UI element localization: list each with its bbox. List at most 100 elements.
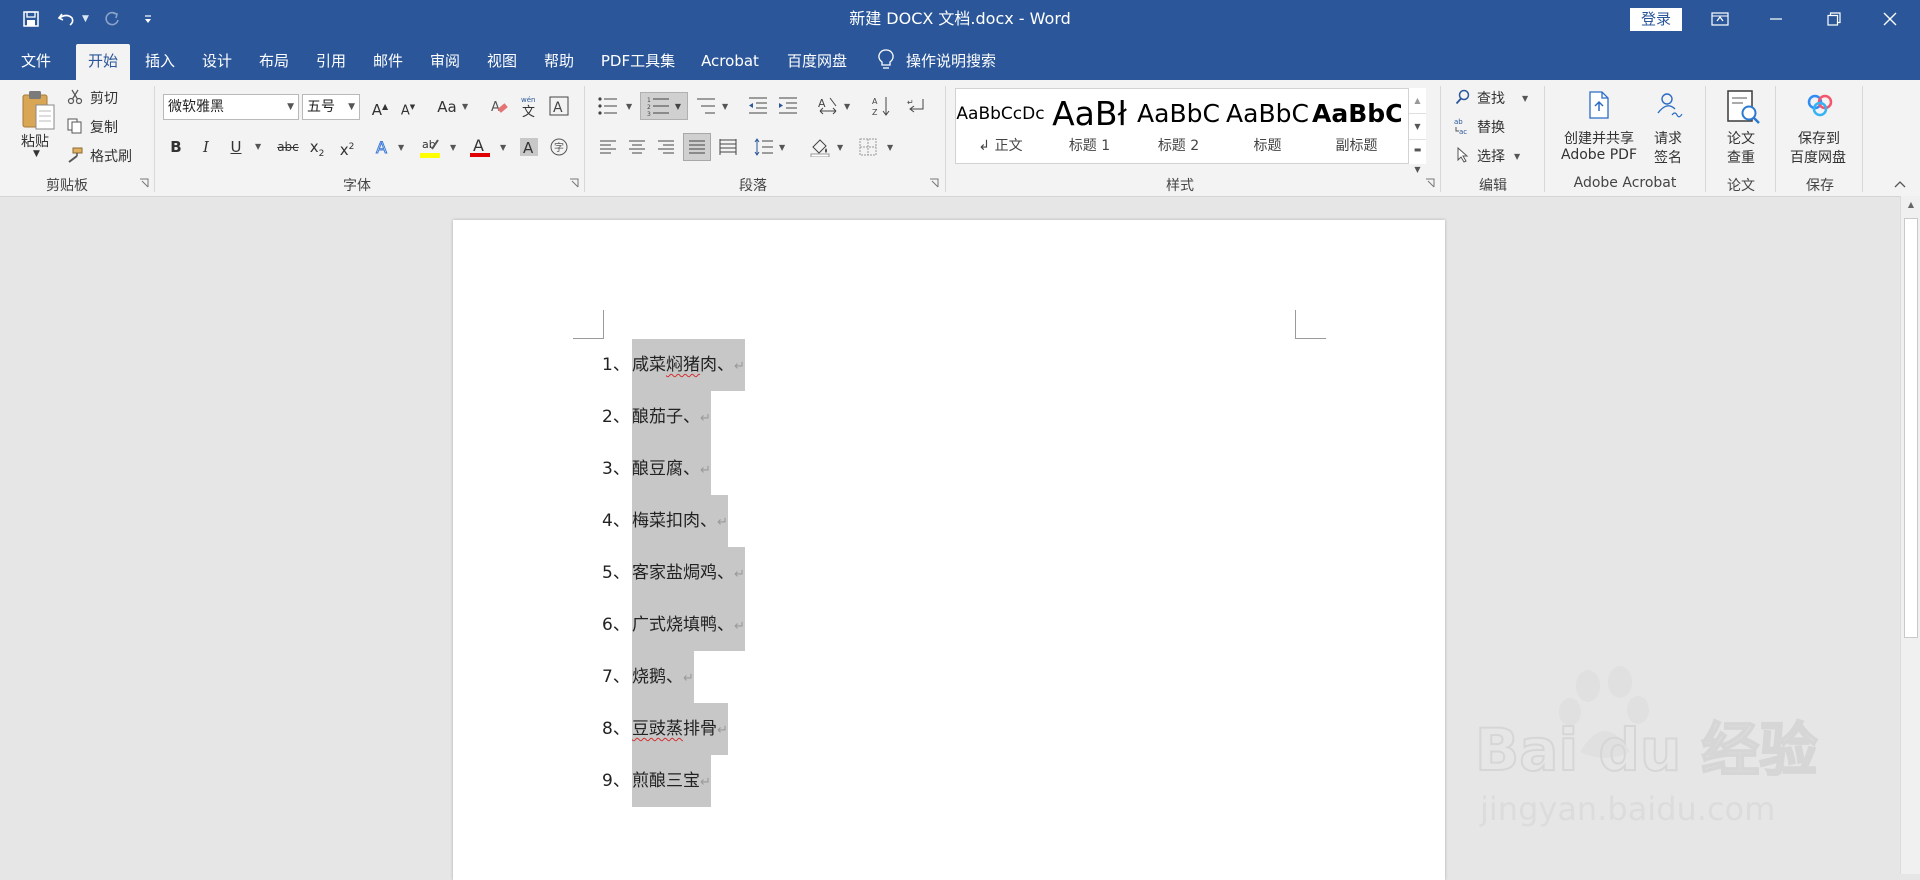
- restore-icon[interactable]: [1806, 0, 1862, 38]
- tell-me-search[interactable]: 操作说明搜索: [906, 44, 1006, 80]
- borders-dropdown-icon[interactable]: ▼: [887, 143, 893, 152]
- scroll-up-icon[interactable]: ▲: [1901, 196, 1920, 214]
- borders-icon[interactable]: [856, 136, 880, 158]
- change-case-dropdown-icon[interactable]: ▼: [462, 102, 468, 111]
- phonetic-guide-icon[interactable]: wén 文: [518, 94, 540, 118]
- styles-dialog-launcher-icon[interactable]: [1425, 178, 1435, 188]
- underline-dropdown-icon[interactable]: ▼: [255, 142, 261, 151]
- tab-pdf-tools[interactable]: PDF工具集: [592, 44, 684, 80]
- select-dropdown-icon[interactable]: ▼: [1514, 152, 1520, 161]
- sort-icon[interactable]: AZ: [870, 94, 894, 118]
- gallery-down-icon[interactable]: ▼: [1409, 113, 1426, 139]
- tab-layout[interactable]: 布局: [250, 44, 298, 80]
- gallery-up-icon[interactable]: ▲: [1409, 88, 1426, 113]
- tab-mailings[interactable]: 邮件: [364, 44, 412, 80]
- tab-file[interactable]: 文件: [10, 44, 62, 80]
- highlight-icon[interactable]: ab: [418, 134, 442, 160]
- tab-references[interactable]: 引用: [307, 44, 355, 80]
- find-icon[interactable]: [1454, 88, 1472, 106]
- text-effects-icon[interactable]: A: [372, 136, 394, 158]
- request-signature-line2[interactable]: 签名: [1654, 147, 1682, 167]
- minimize-icon[interactable]: [1748, 0, 1804, 38]
- list-item[interactable]: 9、 煎酿三宝↵: [602, 755, 711, 807]
- list-item[interactable]: 6、 广式烧填鸭、↵: [602, 599, 745, 651]
- font-dialog-launcher-icon[interactable]: [569, 178, 579, 188]
- enclose-characters-icon[interactable]: 字: [548, 136, 570, 158]
- paper-check-icon[interactable]: [1723, 88, 1763, 126]
- shading-icon[interactable]: [808, 136, 832, 158]
- ribbon-display-options-icon[interactable]: [1692, 0, 1748, 38]
- highlight-dropdown-icon[interactable]: ▼: [450, 143, 456, 152]
- tab-insert[interactable]: 插入: [136, 44, 184, 80]
- list-item[interactable]: 4、 梅菜扣肉、↵: [602, 495, 728, 547]
- tab-view[interactable]: 视图: [478, 44, 526, 80]
- italic-button[interactable]: I: [194, 134, 218, 160]
- paper-check-line2[interactable]: 查重: [1727, 147, 1755, 167]
- clear-formatting-icon[interactable]: A: [488, 96, 510, 118]
- font-name-combo[interactable]: 微软雅黑 ▼: [163, 94, 299, 120]
- request-signature-line1[interactable]: 请求: [1654, 128, 1682, 148]
- copy-button[interactable]: 复制: [90, 117, 118, 137]
- style-title[interactable]: AaBbC 标题: [1223, 89, 1312, 163]
- login-button[interactable]: 登录: [1630, 8, 1682, 31]
- list-item[interactable]: 3、 酿豆腐、↵: [602, 443, 711, 495]
- multilevel-list-icon[interactable]: [694, 94, 718, 118]
- paste-icon[interactable]: [18, 88, 58, 132]
- select-cursor-icon[interactable]: [1454, 146, 1472, 164]
- line-spacing-icon[interactable]: [752, 136, 776, 158]
- superscript-button[interactable]: x2: [335, 134, 359, 160]
- cut-button[interactable]: 剪切: [90, 88, 118, 108]
- align-right-icon[interactable]: [654, 136, 678, 158]
- format-painter-button[interactable]: 格式刷: [90, 146, 132, 166]
- close-icon[interactable]: [1862, 0, 1918, 38]
- tab-review[interactable]: 审阅: [421, 44, 469, 80]
- numbering-icon[interactable]: 123 ▼: [640, 92, 688, 120]
- subscript-button[interactable]: x2: [305, 134, 329, 160]
- select-button[interactable]: 选择: [1477, 146, 1505, 166]
- align-center-icon[interactable]: [625, 136, 649, 158]
- list-item[interactable]: 8、 豆豉蒸排骨↵: [602, 703, 728, 755]
- collapse-ribbon-icon[interactable]: [1893, 178, 1907, 190]
- tab-acrobat[interactable]: Acrobat: [692, 44, 768, 80]
- request-signature-icon[interactable]: [1654, 90, 1684, 120]
- increase-indent-icon[interactable]: [776, 94, 800, 118]
- multilevel-dropdown-icon[interactable]: ▼: [722, 102, 728, 111]
- copy-icon[interactable]: [66, 117, 84, 135]
- underline-button[interactable]: U: [224, 134, 248, 160]
- style-heading-1[interactable]: AaBł 标题 1: [1045, 89, 1134, 163]
- paste-dropdown-icon[interactable]: ▼: [33, 149, 40, 159]
- font-color-dropdown-icon[interactable]: ▼: [500, 143, 506, 152]
- justify-icon[interactable]: [683, 133, 711, 161]
- bullets-icon[interactable]: [596, 94, 620, 118]
- replace-button[interactable]: 替换: [1477, 117, 1505, 137]
- align-left-icon[interactable]: [596, 136, 620, 158]
- find-dropdown-icon[interactable]: ▼: [1522, 94, 1528, 103]
- strikethrough-button[interactable]: abc: [273, 134, 303, 160]
- grow-font-button[interactable]: A▲: [368, 94, 392, 120]
- show-hide-marks-icon[interactable]: ↵: [904, 94, 928, 118]
- paragraph-dialog-launcher-icon[interactable]: [929, 178, 939, 188]
- decrease-indent-icon[interactable]: [746, 94, 770, 118]
- chinese-layout-icon[interactable]: A: [816, 94, 840, 118]
- scissors-icon[interactable]: [66, 88, 84, 106]
- save-netdisk-line2[interactable]: 百度网盘: [1790, 147, 1846, 167]
- list-item[interactable]: 7、 烧鹅、↵: [602, 651, 694, 703]
- create-pdf-line2[interactable]: Adobe PDF: [1556, 147, 1642, 163]
- baidu-netdisk-icon[interactable]: [1804, 92, 1836, 118]
- bold-button[interactable]: B: [164, 134, 188, 160]
- character-shading-icon[interactable]: A: [518, 136, 540, 158]
- line-spacing-dropdown-icon[interactable]: ▼: [779, 143, 785, 152]
- chinese-layout-dropdown-icon[interactable]: ▼: [844, 102, 850, 111]
- paste-label[interactable]: 粘贴: [21, 131, 49, 151]
- change-case-button[interactable]: Aa: [434, 94, 460, 120]
- clipboard-dialog-launcher-icon[interactable]: [139, 178, 149, 188]
- tab-help[interactable]: 帮助: [535, 44, 583, 80]
- create-pdf-icon[interactable]: [1585, 90, 1613, 120]
- text-effects-dropdown-icon[interactable]: ▼: [398, 143, 404, 152]
- character-border-icon[interactable]: A: [548, 94, 570, 118]
- style-subtitle[interactable]: AaBbC 副标题: [1312, 89, 1401, 163]
- style-normal[interactable]: AaBbCcDc ↲ 正文: [956, 89, 1045, 163]
- create-pdf-line1[interactable]: 创建并共享: [1561, 128, 1637, 148]
- shrink-font-button[interactable]: A▼: [396, 94, 420, 120]
- tab-baidu-netdisk[interactable]: 百度网盘: [776, 44, 858, 80]
